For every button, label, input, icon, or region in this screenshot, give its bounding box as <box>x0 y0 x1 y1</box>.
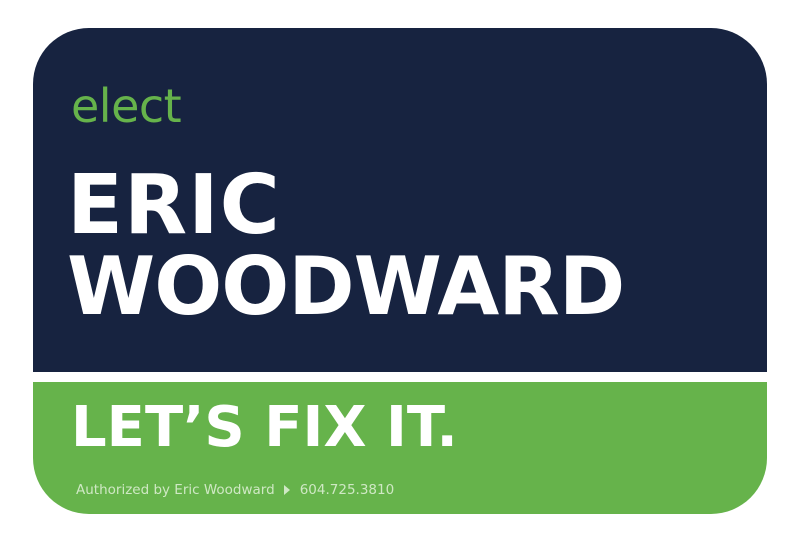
slogan: LET’S FIX IT. <box>71 395 458 460</box>
elect-label: elect <box>71 79 182 133</box>
phone-number: 604.725.3810 <box>299 482 395 498</box>
triangle-right-icon <box>283 485 290 495</box>
panel-divider <box>33 372 767 382</box>
candidate-last-name: WOODWARD <box>67 240 625 333</box>
authorization-line: Authorized by Eric Woodward 604.725.3810 <box>76 480 394 500</box>
authorization-text: Authorized by Eric Woodward <box>76 482 275 498</box>
campaign-sign: elect ERIC WOODWARD LET’S FIX IT. Author… <box>33 28 767 514</box>
